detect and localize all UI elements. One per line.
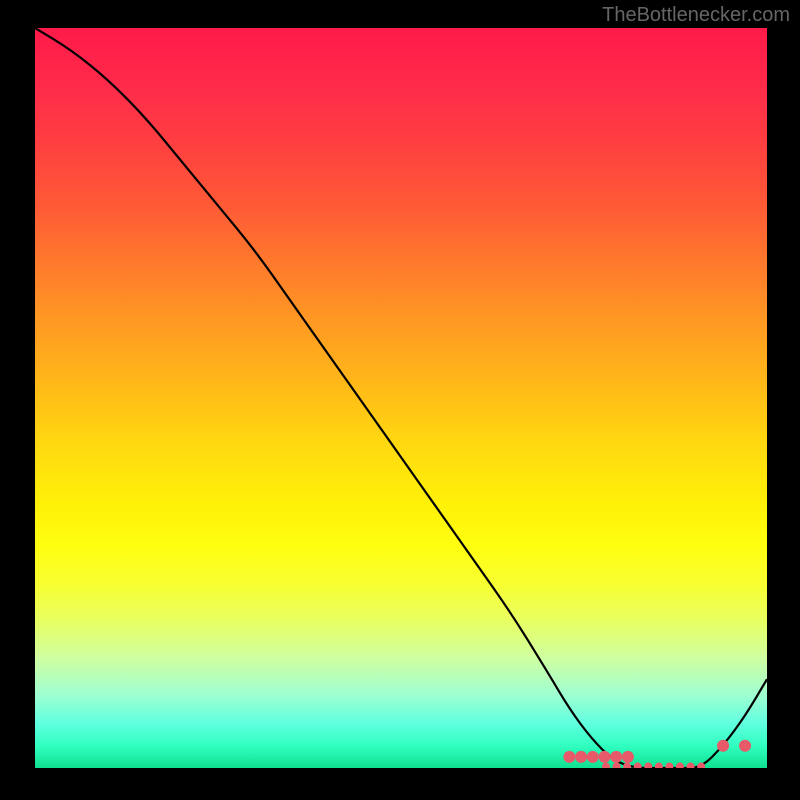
marker-dot — [739, 740, 751, 752]
marker-dot — [655, 763, 663, 768]
marker-dot — [598, 751, 610, 763]
marker-dot — [602, 763, 610, 768]
marker-dot — [687, 763, 695, 768]
marker-dot — [644, 763, 652, 768]
marker-dot — [676, 763, 684, 768]
marker-dot — [622, 751, 634, 763]
marker-dot — [563, 751, 575, 763]
marker-dot — [610, 751, 622, 763]
watermark-text: TheBottlenecker.com — [602, 4, 790, 27]
marker-dot — [587, 751, 599, 763]
chart-container: TheBottlenecker.com — [0, 0, 800, 800]
curve-svg — [35, 28, 767, 768]
marker-dot — [717, 740, 729, 752]
marker-dot — [613, 763, 621, 768]
marker-dot — [634, 763, 642, 768]
bottleneck-curve — [35, 28, 767, 768]
marker-dot — [665, 763, 673, 768]
marker-dots — [563, 740, 751, 768]
marker-dot — [697, 763, 705, 768]
marker-dot — [575, 751, 587, 763]
plot-area — [35, 28, 767, 768]
marker-dot — [623, 763, 631, 768]
